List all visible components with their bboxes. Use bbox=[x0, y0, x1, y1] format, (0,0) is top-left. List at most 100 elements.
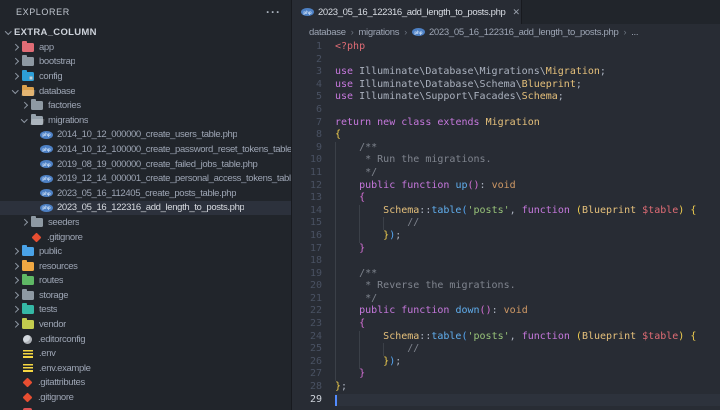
line-number: 20 bbox=[292, 280, 322, 293]
tree-item-label: public bbox=[39, 246, 62, 257]
tree-item-2023_05_16_112405_create_posts_table.php[interactable]: 2023_05_16_112405_create_posts_table.php bbox=[0, 186, 291, 201]
tree-item-bootstrap[interactable]: bootstrap bbox=[0, 55, 291, 70]
folder-icon bbox=[22, 57, 34, 66]
workspace-root-label: EXTRA_COLUMN bbox=[14, 27, 97, 38]
tree-item-label: vendor bbox=[39, 319, 66, 330]
code-line[interactable]: // bbox=[335, 343, 720, 356]
tree-item-routes[interactable]: routes bbox=[0, 274, 291, 289]
code-line[interactable]: }); bbox=[335, 356, 720, 369]
indent-guide bbox=[359, 331, 360, 369]
tree-item-migrations[interactable]: migrations bbox=[0, 113, 291, 128]
chevron-down-icon bbox=[3, 27, 14, 37]
code-token: up bbox=[455, 180, 467, 191]
tree-item-2019_12_14_000001_create_personal_access_tokens_table.php[interactable]: 2019_12_14_000001_create_personal_access… bbox=[0, 171, 291, 186]
tree-item-2023_05_16_122316_add_length_to_posts.php[interactable]: 2023_05_16_122316_add_length_to_posts.ph… bbox=[0, 201, 291, 216]
code-line[interactable]: Schema::table('posts', function (Bluepri… bbox=[335, 205, 720, 218]
code-line[interactable]: /** bbox=[335, 142, 720, 155]
code-token: void bbox=[504, 305, 528, 316]
code-token: ; bbox=[600, 66, 606, 77]
code-line[interactable]: <?php bbox=[335, 41, 720, 54]
php-file-icon bbox=[412, 28, 425, 36]
tree-item-label: factories bbox=[48, 100, 81, 111]
code-line[interactable] bbox=[335, 394, 720, 407]
tree-item-public[interactable]: public bbox=[0, 244, 291, 259]
code-line[interactable]: { bbox=[335, 192, 720, 205]
code-token bbox=[335, 180, 359, 191]
code-line[interactable]: return new class extends Migration bbox=[335, 117, 720, 130]
php-icon bbox=[40, 175, 53, 183]
code-line[interactable]: * Reverse the migrations. bbox=[335, 280, 720, 293]
line-number: 9 bbox=[292, 142, 322, 155]
code-line[interactable] bbox=[335, 104, 720, 117]
breadcrumb-item[interactable]: database bbox=[309, 27, 346, 38]
line-number: 27 bbox=[292, 368, 322, 381]
chevron-right-icon bbox=[10, 290, 21, 300]
line-number: 17 bbox=[292, 243, 322, 256]
tree-item-label: 2019_12_14_000001_create_personal_access… bbox=[57, 173, 291, 184]
breadcrumb-item[interactable]: migrations bbox=[358, 27, 399, 38]
tree-item-.gitattributes[interactable]: .gitattributes bbox=[0, 376, 291, 391]
tab-active-file[interactable]: 2023_05_16_122316_add_length_to_posts.ph… bbox=[292, 0, 522, 24]
code-line[interactable]: /** bbox=[335, 268, 720, 281]
code-line[interactable]: Schema::table('posts', function (Bluepri… bbox=[335, 331, 720, 344]
code-line[interactable]: { bbox=[335, 129, 720, 142]
code-area[interactable]: 1234567891011121314151617181920212223242… bbox=[292, 40, 720, 410]
more-actions-icon[interactable] bbox=[266, 9, 281, 15]
tree-item-storage[interactable]: storage bbox=[0, 288, 291, 303]
code-line[interactable]: { bbox=[335, 318, 720, 331]
code-line[interactable] bbox=[335, 255, 720, 268]
tree-item-label: 2023_05_16_112405_create_posts_table.php bbox=[57, 188, 236, 199]
tree-item-label: config bbox=[39, 71, 62, 82]
close-tab-icon[interactable] bbox=[511, 7, 521, 18]
code-line[interactable]: use Illuminate\Database\Schema\Blueprint… bbox=[335, 79, 720, 92]
tree-item-.env[interactable]: .env bbox=[0, 346, 291, 361]
code-line[interactable]: public function up(): void bbox=[335, 180, 720, 193]
folder-open-icon bbox=[22, 87, 34, 96]
tree-item-.gitignore[interactable]: .gitignore bbox=[0, 390, 291, 405]
tree-item-label: .env bbox=[39, 348, 56, 359]
editorconfig-icon bbox=[23, 335, 32, 344]
code-token: Blueprint bbox=[522, 79, 576, 90]
tree-item-2014_10_12_100000_create_password_reset_tokens_table.php[interactable]: 2014_10_12_100000_create_password_reset_… bbox=[0, 142, 291, 157]
code-line[interactable]: * Run the migrations. bbox=[335, 154, 720, 167]
tree-item-seeders[interactable]: seeders bbox=[0, 215, 291, 230]
code-line[interactable]: } bbox=[335, 243, 720, 256]
code-content[interactable]: <?php use Illuminate\Database\Migrations\… bbox=[335, 41, 720, 410]
code-line[interactable]: }); bbox=[335, 230, 720, 243]
tree-item-config[interactable]: config bbox=[0, 69, 291, 84]
tree-item-.editorconfig[interactable]: .editorconfig bbox=[0, 332, 291, 347]
code-line[interactable]: } bbox=[335, 368, 720, 381]
tree-item-label: .env.example bbox=[39, 363, 91, 374]
tree-item-.gitignore[interactable]: .gitignore bbox=[0, 230, 291, 245]
php-icon bbox=[40, 131, 53, 139]
tree-item-cut-off[interactable] bbox=[0, 405, 291, 410]
tree-item-tests[interactable]: tests bbox=[0, 303, 291, 318]
breadcrumb-item[interactable]: ... bbox=[631, 27, 638, 38]
code-line[interactable]: */ bbox=[335, 293, 720, 306]
code-line[interactable]: use Illuminate\Database\Migrations\Migra… bbox=[335, 66, 720, 79]
code-line[interactable]: public function down(): void bbox=[335, 305, 720, 318]
tree-item-database[interactable]: database bbox=[0, 84, 291, 99]
folder-icon bbox=[22, 305, 34, 314]
tree-item-resources[interactable]: resources bbox=[0, 259, 291, 274]
line-number: 18 bbox=[292, 255, 322, 268]
line-number-gutter: 1234567891011121314151617181920212223242… bbox=[292, 41, 322, 410]
code-line[interactable]: use Illuminate\Support\Facades\Schema; bbox=[335, 91, 720, 104]
code-token: void bbox=[492, 180, 516, 191]
code-line[interactable] bbox=[335, 54, 720, 67]
code-line[interactable]: }; bbox=[335, 381, 720, 394]
breadcrumb-item[interactable]: 2023_05_16_122316_add_length_to_posts.ph… bbox=[429, 27, 619, 38]
tree-item-app[interactable]: app bbox=[0, 40, 291, 55]
tree-item-2014_10_12_000000_create_users_table.php[interactable]: 2014_10_12_000000_create_users_table.php bbox=[0, 128, 291, 143]
workspace-root-item[interactable]: EXTRA_COLUMN bbox=[0, 24, 291, 40]
indent-guide bbox=[359, 205, 360, 243]
tree-item-factories[interactable]: factories bbox=[0, 98, 291, 113]
code-token: */ bbox=[365, 167, 377, 178]
code-line[interactable]: */ bbox=[335, 167, 720, 180]
tree-item-2019_08_19_000000_create_failed_jobs_table.php[interactable]: 2019_08_19_000000_create_failed_jobs_tab… bbox=[0, 157, 291, 172]
code-token: use bbox=[335, 91, 353, 102]
tree-item-.env.example[interactable]: .env.example bbox=[0, 361, 291, 376]
tree-item-vendor[interactable]: vendor bbox=[0, 317, 291, 332]
code-token: Schema bbox=[522, 91, 558, 102]
code-line[interactable]: // bbox=[335, 217, 720, 230]
